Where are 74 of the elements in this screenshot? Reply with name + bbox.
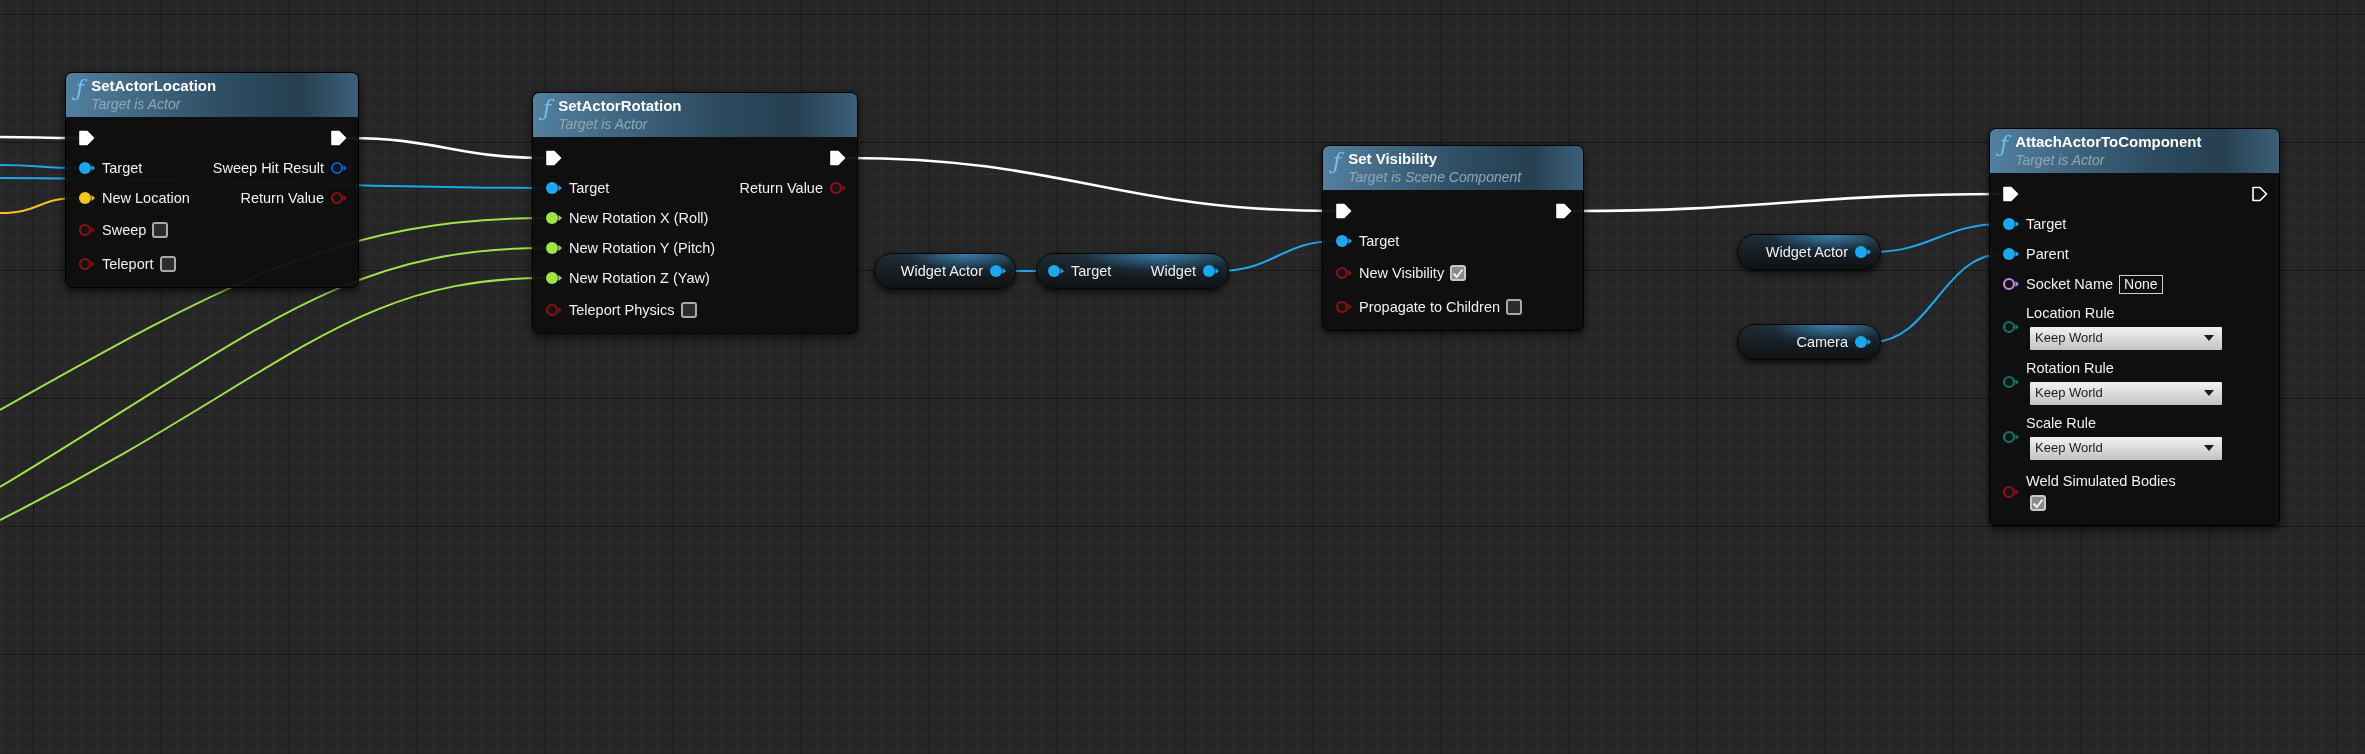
- pin-label: Target: [2026, 215, 2067, 233]
- exec-pin-icon[interactable]: [330, 130, 348, 146]
- variable-label: Widget Actor: [900, 262, 983, 280]
- dropdown[interactable]: Keep World: [2030, 436, 2222, 460]
- node-subtitle: Target is Actor: [558, 115, 648, 134]
- data-pin-icon[interactable]: [545, 240, 563, 256]
- pin-label: Sweep Hit Result: [212, 159, 324, 177]
- data-pin-icon[interactable]: [1202, 263, 1220, 279]
- exec-pin-icon[interactable]: [2002, 186, 2020, 202]
- pin-label: New Visibility: [1359, 264, 1445, 282]
- dropdown[interactable]: Keep World: [2030, 381, 2222, 405]
- pin-label: Weld Simulated Bodies: [2026, 472, 2176, 490]
- data-pin-icon[interactable]: [545, 270, 563, 286]
- exec-pin-icon[interactable]: [2251, 186, 2269, 202]
- checkbox[interactable]: [152, 222, 169, 238]
- text-field[interactable]: None: [2119, 274, 2163, 294]
- exec-pin-icon[interactable]: [1335, 203, 1353, 219]
- checkbox[interactable]: [680, 302, 697, 318]
- pin-label: Teleport: [102, 255, 154, 273]
- variable-label: Camera: [1796, 333, 1848, 351]
- pin-label: New Rotation Z (Yaw): [569, 269, 710, 287]
- pin-label: Socket Name: [2026, 275, 2114, 293]
- node-subtitle: Target is Actor: [91, 95, 181, 114]
- pin-label: New Rotation X (Roll): [569, 209, 709, 227]
- data-pin-icon[interactable]: [2002, 246, 2020, 262]
- pin-label: Return Value: [240, 189, 324, 207]
- exec-pin-icon[interactable]: [829, 150, 847, 166]
- pin-label: New Rotation Y (Pitch): [569, 239, 716, 257]
- pin-label: Sweep: [102, 221, 147, 239]
- exec-pin-icon[interactable]: [1555, 203, 1573, 219]
- dropdown[interactable]: Keep World: [2030, 326, 2222, 350]
- checkbox[interactable]: [2030, 495, 2046, 511]
- caret-icon: [2204, 335, 2214, 341]
- dropdown-value: Keep World: [2035, 384, 2103, 403]
- data-pin-icon[interactable]: [1854, 244, 1872, 260]
- node-subtitle: Target is Scene Component: [1348, 168, 1522, 187]
- node-title: AttachActorToComponent: [2015, 132, 2202, 151]
- pin-label: Return Value: [739, 179, 823, 197]
- data-pin-icon[interactable]: [1854, 334, 1872, 350]
- data-pin-icon[interactable]: [2002, 216, 2020, 232]
- pin-label: New Location: [102, 189, 190, 207]
- pin-label: Target: [1359, 232, 1400, 250]
- pin-label: Target: [569, 179, 610, 197]
- caret-icon: [2204, 390, 2214, 396]
- pin-label: Propagate to Children: [1359, 298, 1501, 316]
- variable-label: Widget Actor: [1765, 243, 1848, 261]
- data-pin-icon[interactable]: [545, 180, 563, 196]
- pin-label: Parent: [2026, 245, 2069, 263]
- data-pin-icon[interactable]: [989, 263, 1007, 279]
- exec-pin-icon[interactable]: [78, 130, 96, 146]
- data-pin-icon[interactable]: [1047, 263, 1065, 279]
- pin-label: Target: [102, 159, 143, 177]
- data-pin-icon[interactable]: [545, 210, 563, 226]
- checkbox[interactable]: [1450, 265, 1467, 281]
- getter-input-label: Target: [1071, 262, 1112, 280]
- pin-label: Location Rule: [2026, 303, 2115, 322]
- data-pin-icon[interactable]: [78, 160, 96, 176]
- data-pin-icon[interactable]: [78, 190, 96, 206]
- pin-label: Scale Rule: [2026, 413, 2097, 432]
- getter-output-label: Widget: [1150, 262, 1196, 280]
- caret-icon: [2204, 445, 2214, 451]
- node-title: SetActorRotation: [558, 96, 682, 115]
- dropdown-value: Keep World: [2035, 329, 2103, 348]
- node-title: SetActorLocation: [91, 76, 217, 95]
- data-pin-icon[interactable]: [1335, 233, 1353, 249]
- pin-label: Rotation Rule: [2026, 358, 2114, 377]
- node-subtitle: Target is Actor: [2015, 151, 2105, 170]
- pin-label: Teleport Physics: [569, 301, 675, 319]
- checkbox[interactable]: [1506, 299, 1523, 315]
- node-title: Set Visibility: [1348, 149, 1438, 168]
- exec-pin-icon[interactable]: [545, 150, 563, 166]
- data-pin-icon[interactable]: [2002, 276, 2020, 292]
- checkbox[interactable]: [159, 256, 176, 272]
- dropdown-value: Keep World: [2035, 439, 2103, 458]
